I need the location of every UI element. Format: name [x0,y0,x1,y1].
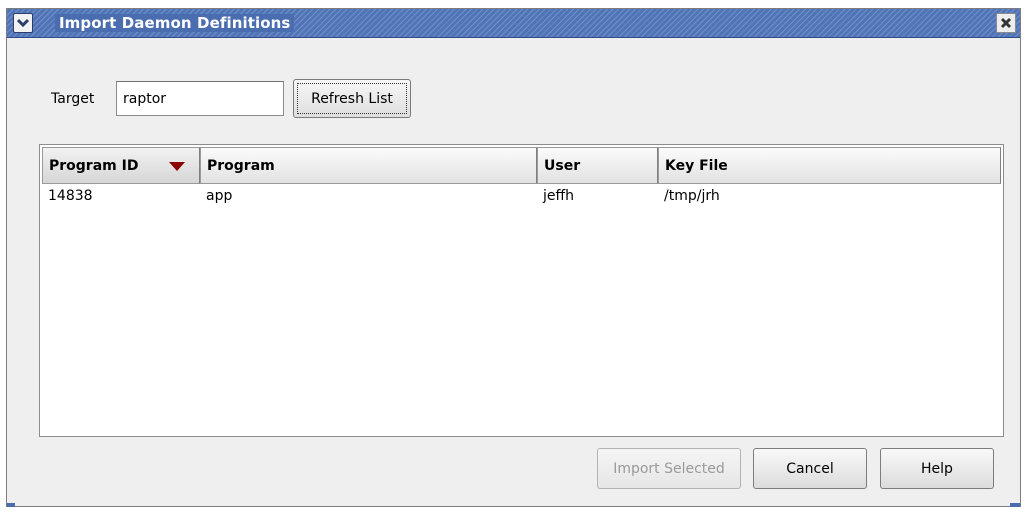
table-header: Program ID Program User Key File [42,147,1001,184]
column-header-user[interactable]: User [537,147,658,184]
window-border-left [7,503,15,507]
column-header-label: Program [207,157,275,174]
dialog-window: Import Daemon Definitions Target Refresh… [6,8,1021,507]
window-title: Import Daemon Definitions [55,14,295,32]
title-bar[interactable]: Import Daemon Definitions [7,9,1020,38]
dialog-content: Target Refresh List Program ID Program U… [7,38,1020,506]
cell-program-id: 14838 [48,188,93,204]
table-body: 14838 app jeffh /tmp/jrh [42,184,1001,434]
column-header-key-file[interactable]: Key File [658,147,1001,184]
refresh-list-label: Refresh List [297,83,407,114]
help-button[interactable]: Help [880,448,994,489]
cell-key-file: /tmp/jrh [664,188,720,204]
close-icon [1000,17,1012,29]
column-header-label: Key File [665,157,728,174]
column-header-program-id[interactable]: Program ID [42,147,200,184]
cell-program: app [206,188,233,204]
cancel-button[interactable]: Cancel [753,448,867,489]
refresh-list-button[interactable]: Refresh List [293,79,411,118]
window-border-right [1010,503,1020,507]
close-button[interactable] [996,13,1016,33]
column-header-label: User [544,157,581,174]
import-selected-button[interactable]: Import Selected [597,448,741,489]
table-row[interactable]: 14838 app jeffh /tmp/jrh [42,184,1001,208]
column-header-program[interactable]: Program [200,147,537,184]
window-menu-button[interactable] [13,13,33,33]
target-label: Target [51,91,95,107]
daemon-table: Program ID Program User Key File 14838 a… [39,144,1004,437]
column-header-label: Program ID [49,157,139,174]
target-input[interactable] [116,81,284,116]
chevron-down-icon [17,18,29,28]
cell-user: jeffh [543,188,575,204]
sort-descending-icon [169,162,185,171]
